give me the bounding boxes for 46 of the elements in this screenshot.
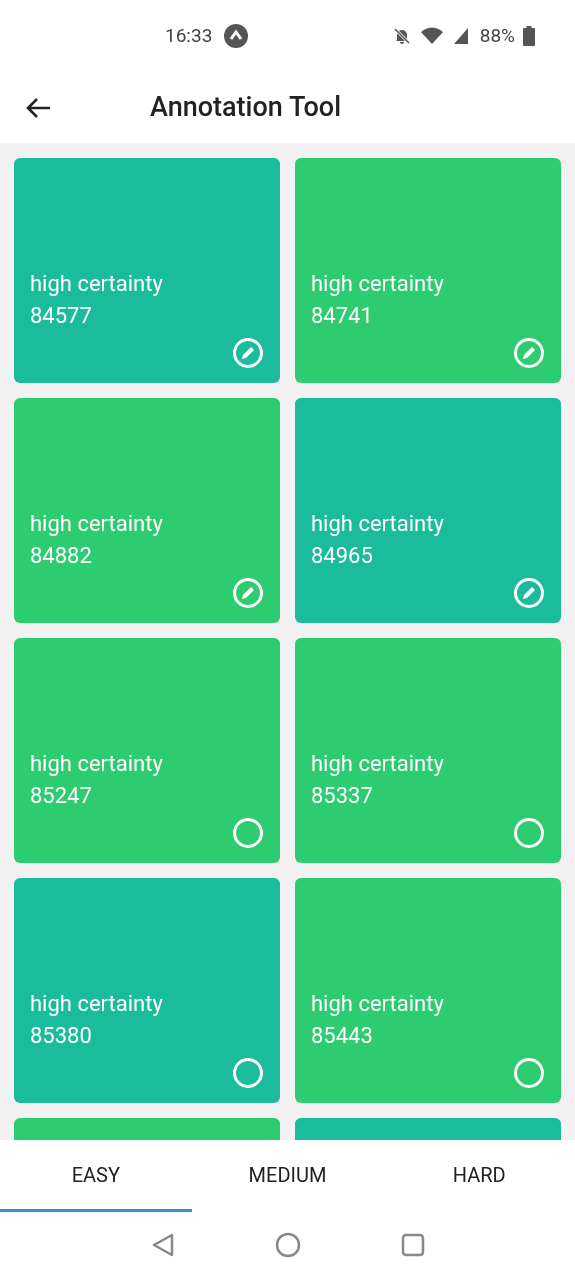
- card[interactable]: high certainty 84882: [14, 398, 280, 623]
- card[interactable]: high certainty 84741: [295, 158, 561, 383]
- card[interactable]: high certainty 85337: [295, 638, 561, 863]
- edit-icon[interactable]: [513, 577, 545, 609]
- item-id: 84577: [30, 302, 93, 330]
- tab[interactable]: MEDIUM: [191, 1140, 384, 1212]
- item-id: 85337: [311, 782, 374, 810]
- certainty-label: high certainty: [30, 750, 164, 778]
- tab[interactable]: HARD: [383, 1140, 575, 1212]
- certainty-label: high certainty: [311, 750, 445, 778]
- card[interactable]: high certainty 84965: [295, 398, 561, 623]
- edit-icon[interactable]: [513, 337, 545, 369]
- app-notification-icon: [224, 24, 249, 48]
- item-id: 84965: [311, 542, 374, 570]
- empty-circle-icon[interactable]: [513, 817, 545, 849]
- back-nav-icon[interactable]: [150, 1232, 175, 1258]
- card[interactable]: high certainty 84577: [14, 158, 280, 383]
- tab[interactable]: EASY: [0, 1140, 192, 1212]
- wifi-icon: [419, 26, 444, 46]
- edit-icon[interactable]: [232, 577, 264, 609]
- empty-circle-icon[interactable]: [513, 1057, 545, 1089]
- certainty-label: high certainty: [311, 270, 445, 298]
- card[interactable]: high certainty 85247: [14, 638, 280, 863]
- card[interactable]: high certainty 85380: [14, 878, 280, 1103]
- empty-circle-icon[interactable]: [232, 817, 264, 849]
- back-arrow-icon[interactable]: [24, 95, 52, 120]
- recents-nav-icon[interactable]: [400, 1233, 425, 1257]
- certainty-label: high certainty: [311, 510, 445, 538]
- certainty-label: high certainty: [30, 990, 164, 1018]
- screen-title: Annotation Tool: [150, 90, 342, 126]
- status-time: 16:33: [165, 22, 213, 49]
- certainty-label: high certainty: [30, 270, 164, 298]
- item-id: 84882: [30, 542, 93, 570]
- battery-icon: [523, 26, 535, 46]
- item-id: 84741: [311, 302, 374, 330]
- edit-icon[interactable]: [232, 337, 264, 369]
- item-id: 85380: [30, 1022, 93, 1050]
- empty-circle-icon[interactable]: [232, 1057, 264, 1089]
- certainty-label: high certainty: [311, 990, 445, 1018]
- item-id: 85443: [311, 1022, 374, 1050]
- home-nav-icon[interactable]: [274, 1232, 301, 1258]
- battery-percentage: 88%: [479, 22, 515, 49]
- certainty-label: high certainty: [30, 510, 164, 538]
- card[interactable]: high certainty 85443: [295, 878, 561, 1103]
- bell-off-icon: [391, 26, 412, 46]
- item-id: 85247: [30, 782, 93, 810]
